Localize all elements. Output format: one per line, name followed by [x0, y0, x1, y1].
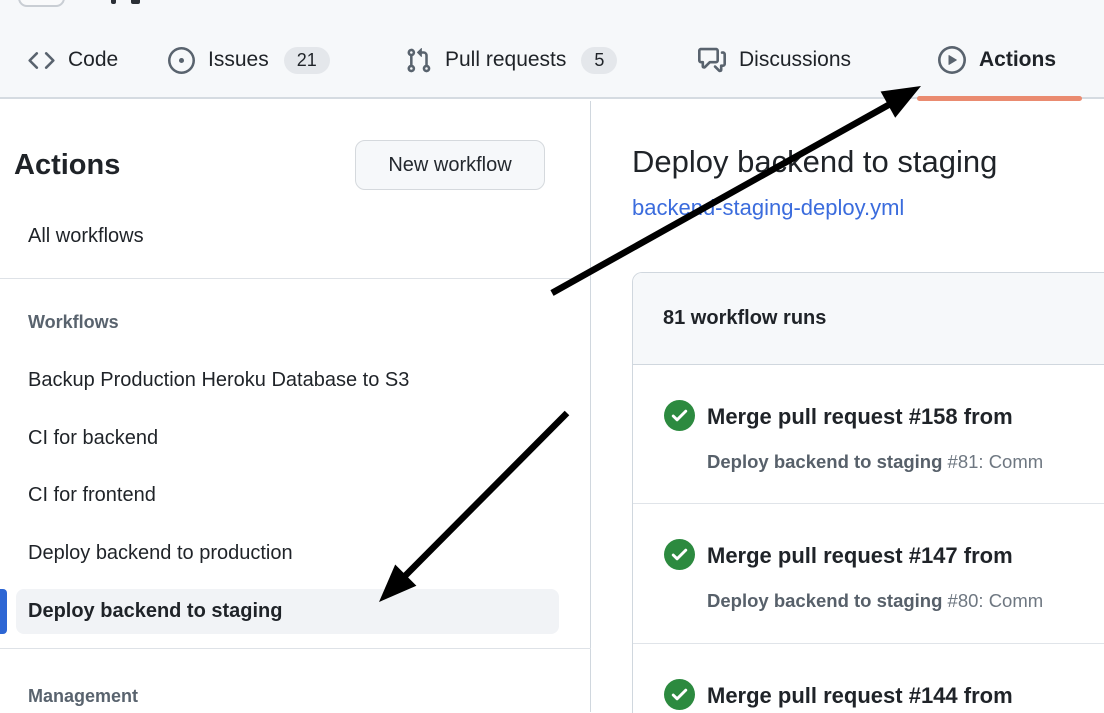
workflow-run-row[interactable]: Merge pull request #158 from Deploy back… — [633, 365, 1104, 504]
run-subtitle: Deploy backend to staging #80: Comm — [707, 589, 1043, 613]
sidebar-item-workflow[interactable]: CI for backend — [28, 424, 158, 452]
new-workflow-button[interactable]: New workflow — [355, 140, 545, 190]
run-subtitle: Deploy backend to staging #81: Comm — [707, 450, 1043, 474]
tab-discussions[interactable]: Discussions — [698, 38, 851, 82]
tab-actions-label: Actions — [979, 48, 1056, 72]
management-section-label: Management — [28, 684, 138, 708]
tab-pull-requests-label: Pull requests — [445, 48, 566, 72]
sidebar-item-workflow[interactable]: CI for frontend — [28, 481, 156, 509]
issue-opened-icon — [168, 47, 195, 74]
workflow-runs-header: 81 workflow runs — [633, 273, 1104, 365]
run-title[interactable]: Merge pull request #144 from — [707, 681, 1013, 711]
actions-sidebar: Actions New workflow All workflows Workf… — [0, 101, 591, 712]
cut-off-text-fragment — [111, 0, 116, 4]
workflow-runs-count: 81 workflow runs — [663, 307, 826, 330]
check-circle-icon — [664, 679, 695, 710]
pull-requests-count-badge: 5 — [581, 47, 617, 74]
repo-tab-bar: Code Issues 21 Pull requests 5 Discussio… — [0, 0, 1104, 99]
sidebar-item-workflow-selected[interactable]: Deploy backend to staging — [16, 589, 559, 634]
workflow-file-link[interactable]: backend-staging-deploy.yml — [632, 194, 904, 222]
run-workflow-name: Deploy backend to staging — [707, 451, 942, 472]
sidebar-item-workflow[interactable]: Backup Production Heroku Database to S3 — [28, 366, 409, 394]
issues-count-badge: 21 — [284, 47, 330, 74]
workflow-main-panel: Deploy backend to staging backend-stagin… — [592, 101, 1104, 712]
tab-issues-label: Issues — [208, 48, 269, 72]
selected-item-accent-bar — [0, 589, 7, 634]
check-circle-icon — [664, 539, 695, 570]
code-icon — [28, 47, 55, 74]
workflows-section-label: Workflows — [28, 310, 119, 334]
selected-workflow-label: Deploy backend to staging — [28, 597, 282, 625]
sidebar-item-all-workflows[interactable]: All workflows — [28, 222, 144, 250]
comment-discussion-icon — [698, 46, 726, 74]
cut-off-text-fragment — [131, 0, 140, 4]
workflow-run-row[interactable]: Merge pull request #147 from Deploy back… — [633, 504, 1104, 644]
workflow-run-row[interactable]: Merge pull request #144 from — [633, 644, 1104, 713]
git-pull-request-icon — [405, 47, 432, 74]
tab-actions[interactable]: Actions — [938, 38, 1056, 82]
tab-code-label: Code — [68, 48, 118, 72]
run-detail: #80: Comm — [948, 590, 1044, 611]
sidebar-heading: Actions — [14, 145, 120, 185]
run-title[interactable]: Merge pull request #147 from — [707, 541, 1013, 571]
selected-tab-underline — [917, 96, 1082, 101]
tab-issues[interactable]: Issues 21 — [168, 38, 330, 82]
sidebar-divider — [0, 648, 591, 649]
tab-discussions-label: Discussions — [739, 48, 851, 72]
play-circle-icon — [938, 46, 966, 74]
page-title: Deploy backend to staging — [632, 141, 997, 183]
sidebar-divider — [0, 278, 576, 279]
tab-pull-requests[interactable]: Pull requests 5 — [405, 38, 617, 82]
cut-off-repo-badge — [18, 0, 65, 7]
check-circle-icon — [664, 400, 695, 431]
workflow-runs-card: 81 workflow runs Merge pull request #158… — [632, 272, 1104, 713]
sidebar-item-workflow[interactable]: Deploy backend to production — [28, 539, 293, 567]
run-workflow-name: Deploy backend to staging — [707, 590, 942, 611]
run-detail: #81: Comm — [948, 451, 1044, 472]
tab-code[interactable]: Code — [28, 38, 118, 82]
run-title[interactable]: Merge pull request #158 from — [707, 402, 1013, 432]
